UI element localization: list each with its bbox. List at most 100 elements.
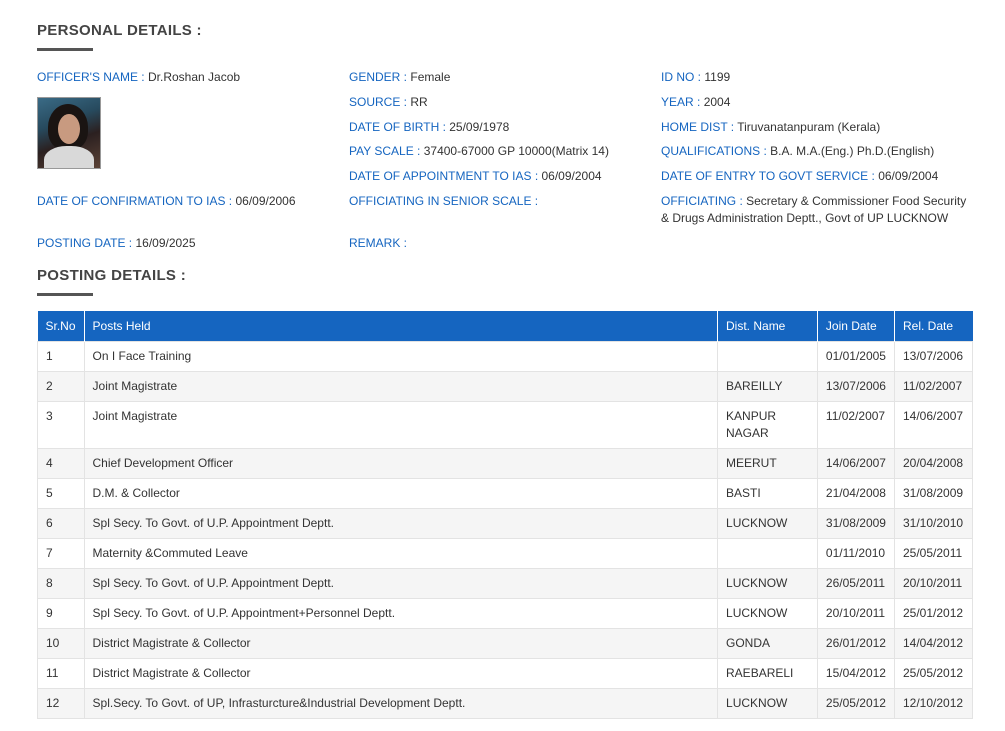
cell-join-date: 31/08/2009 — [816, 507, 895, 539]
cell-sr-no: 1 — [37, 340, 85, 372]
cell-dist-name — [717, 537, 818, 569]
entry-label: DATE OF ENTRY TO GOVT SERVICE : — [661, 169, 875, 183]
cell-join-date: 20/10/2011 — [816, 597, 895, 629]
source-label: SOURCE : — [349, 95, 408, 109]
cell-post-held: Maternity &Commuted Leave — [83, 537, 719, 569]
posting-date-field: POSTING DATE : 16/09/2025 — [37, 235, 196, 252]
cell-post-held: Spl Secy. To Govt. of U.P. Appointment D… — [83, 507, 719, 539]
remark-field: REMARK : — [349, 235, 407, 252]
cell-sr-no: 7 — [37, 537, 85, 569]
gender-field: GENDER : Female — [349, 69, 450, 86]
cell-sr-no: 5 — [37, 477, 85, 509]
posting-table-body: 1 On I Face Training 01/01/2005 13/07/2006 2… — [37, 340, 974, 719]
confirmation-label: DATE OF CONFIRMATION TO IAS : — [37, 194, 233, 208]
gender-value: Female — [410, 70, 451, 84]
dob-label: DATE OF BIRTH : — [349, 120, 446, 134]
cell-sr-no: 2 — [37, 370, 85, 402]
table-row: 12 Spl.Secy. To Govt. of UP, Infrasturctu… — [37, 687, 974, 719]
year-value: 2004 — [703, 95, 731, 109]
cell-sr-no: 9 — [37, 597, 85, 629]
cell-post-held: Spl Secy. To Govt. of U.P. Appointment D… — [83, 567, 719, 599]
appointment-label: DATE OF APPOINTMENT TO IAS : — [349, 169, 539, 183]
pay-scale-value: 37400-67000 GP 10000(Matrix 14) — [423, 144, 609, 158]
cell-sr-no: 3 — [37, 400, 85, 449]
table-row: 9 Spl Secy. To Govt. of U.P. Appointment+… — [37, 597, 974, 629]
table-row: 6 Spl Secy. To Govt. of U.P. Appointment … — [37, 507, 974, 539]
cell-join-date: 15/04/2012 — [816, 657, 895, 689]
col-posts-held: Posts Held — [84, 311, 719, 341]
officiating-label: OFFICIATING : — [661, 194, 743, 208]
id-no-field: ID NO : 1199 — [661, 69, 730, 86]
cell-dist-name — [717, 340, 818, 372]
home-dist-value: Tiruvanatanpuram (Kerala) — [737, 120, 881, 134]
confirmation-field: DATE OF CONFIRMATION TO IAS : 06/09/2006 — [37, 193, 296, 210]
col-dist-name: Dist. Name — [717, 311, 818, 341]
dob-value: 25/09/1978 — [449, 120, 510, 134]
cell-rel-date: 14/06/2007 — [893, 400, 974, 449]
officer-name-value: Dr.Roshan Jacob — [147, 70, 241, 84]
cell-rel-date: 31/10/2010 — [893, 507, 974, 539]
confirmation-value: 06/09/2006 — [235, 194, 296, 208]
cell-join-date: 26/05/2011 — [816, 567, 895, 599]
qualifications-label: QUALIFICATIONS : — [661, 144, 767, 158]
posting-heading-underline — [37, 293, 93, 296]
table-row: 10 District Magistrate & Collector GONDA 26… — [37, 627, 974, 659]
posting-details-heading: POSTING DETAILS : — [37, 267, 186, 284]
pay-scale-label: PAY SCALE : — [349, 144, 421, 158]
cell-join-date: 26/01/2012 — [816, 627, 895, 659]
personal-heading-underline — [37, 48, 93, 51]
cell-post-held: Spl Secy. To Govt. of U.P. Appointment+P… — [83, 597, 719, 629]
table-row: 4 Chief Development Officer MEERUT 14/06/20… — [37, 447, 974, 479]
table-row: 1 On I Face Training 01/01/2005 13/07/2006 — [37, 340, 974, 372]
cell-dist-name: LUCKNOW — [717, 567, 818, 599]
officer-photo — [37, 97, 101, 169]
cell-dist-name: LUCKNOW — [717, 687, 818, 719]
table-row: 5 D.M. & Collector BASTI 21/04/2008 31/08/20… — [37, 477, 974, 509]
cell-dist-name: MEERUT — [717, 447, 818, 479]
cell-join-date: 01/01/2005 — [816, 340, 895, 372]
cell-dist-name: LUCKNOW — [717, 597, 818, 629]
cell-dist-name: KANPUR NAGAR — [717, 400, 818, 449]
senior-scale-label: OFFICIATING IN SENIOR SCALE : — [349, 194, 539, 208]
cell-join-date: 11/02/2007 — [816, 400, 895, 449]
cell-sr-no: 11 — [37, 657, 85, 689]
cell-sr-no: 4 — [37, 447, 85, 479]
posting-date-label: POSTING DATE : — [37, 236, 133, 250]
table-row: 7 Maternity &Commuted Leave 01/11/2010 25/0… — [37, 537, 974, 569]
source-value: RR — [410, 95, 428, 109]
cell-join-date: 25/05/2012 — [816, 687, 895, 719]
table-row: 11 District Magistrate & Collector RAEBARE… — [37, 657, 974, 689]
cell-rel-date: 31/08/2009 — [893, 477, 974, 509]
cell-join-date: 01/11/2010 — [816, 537, 895, 569]
cell-post-held: Spl.Secy. To Govt. of UP, Infrasturcture… — [83, 687, 719, 719]
cell-dist-name: LUCKNOW — [717, 507, 818, 539]
cell-rel-date: 13/07/2006 — [893, 340, 974, 372]
officiating-field: OFFICIATING : Secretary & Commissioner F… — [661, 193, 971, 227]
cell-post-held: Joint Magistrate — [83, 370, 719, 402]
qualifications-value: B.A. M.A.(Eng.) Ph.D.(English) — [770, 144, 935, 158]
year-field: YEAR : 2004 — [661, 94, 730, 111]
cell-rel-date: 11/02/2007 — [893, 370, 974, 402]
posting-date-value: 16/09/2025 — [135, 236, 196, 250]
cell-rel-date: 25/05/2012 — [893, 657, 974, 689]
cell-rel-date: 12/10/2012 — [893, 687, 974, 719]
table-row: 2 Joint Magistrate BAREILLY 13/07/2006 11/02… — [37, 370, 974, 402]
cell-join-date: 13/07/2006 — [816, 370, 895, 402]
id-no-label: ID NO : — [661, 70, 702, 84]
cell-join-date: 14/06/2007 — [816, 447, 895, 479]
cell-post-held: On I Face Training — [83, 340, 719, 372]
cell-dist-name: GONDA — [717, 627, 818, 659]
cell-dist-name: BAREILLY — [717, 370, 818, 402]
id-no-value: 1199 — [704, 70, 731, 84]
cell-rel-date: 20/04/2008 — [893, 447, 974, 479]
qualifications-field: QUALIFICATIONS : B.A. M.A.(Eng.) Ph.D.(E… — [661, 143, 934, 160]
cell-post-held: District Magistrate & Collector — [83, 657, 719, 689]
posting-table: Sr.No Posts Held Dist. Name Join Date Re… — [37, 311, 974, 719]
posting-table-header: Sr.No Posts Held Dist. Name Join Date Re… — [37, 311, 973, 341]
appointment-value: 06/09/2004 — [541, 169, 602, 183]
officer-name-label: OFFICER'S NAME : — [37, 70, 145, 84]
cell-sr-no: 6 — [37, 507, 85, 539]
entry-value: 06/09/2004 — [878, 169, 939, 183]
source-field: SOURCE : RR — [349, 94, 428, 111]
home-dist-field: HOME DIST : Tiruvanatanpuram (Kerala) — [661, 119, 880, 136]
